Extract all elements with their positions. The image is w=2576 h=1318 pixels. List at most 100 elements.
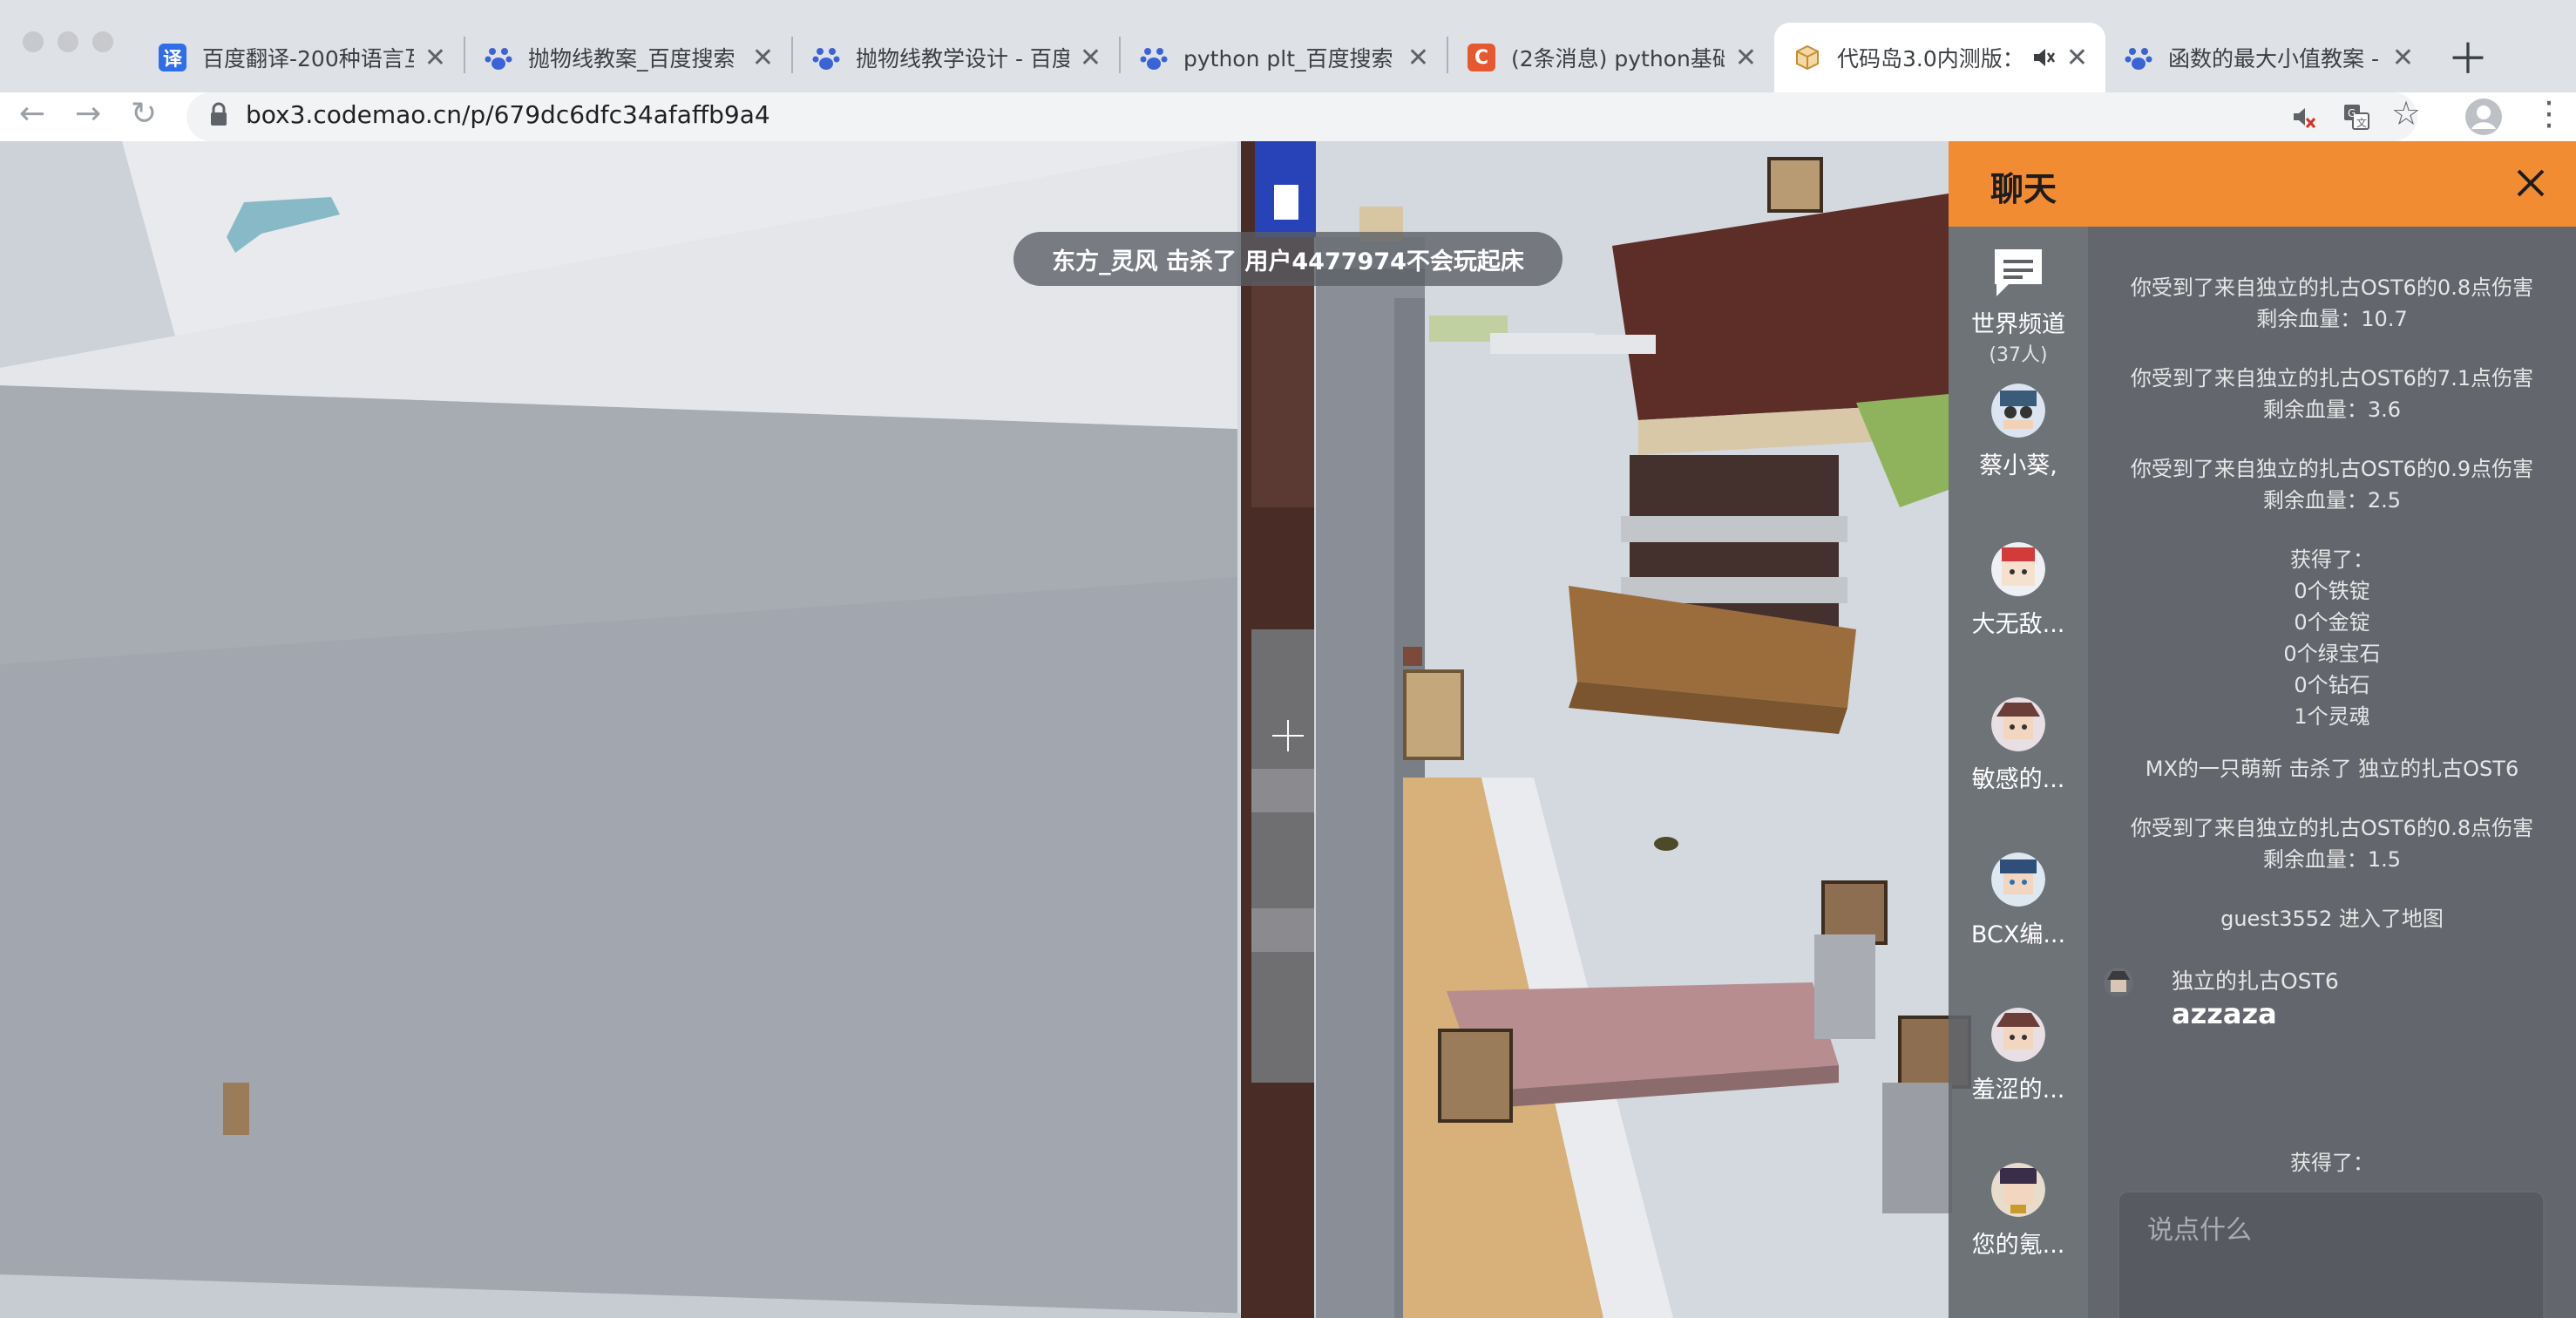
player-avatar-icon xyxy=(1991,853,2045,907)
muted-speaker-icon[interactable] xyxy=(2031,45,2056,70)
tab-close-icon[interactable]: ✕ xyxy=(2392,43,2414,73)
csdn-icon: C xyxy=(1468,44,1495,71)
sender-name: 独立的扎古OST6 xyxy=(2172,968,2339,994)
forward-arrow-icon[interactable]: → xyxy=(75,96,101,132)
message-line: 你受到了来自独立的扎古OST6的0.8点伤害 xyxy=(2130,275,2534,300)
message-line: 你受到了来自独立的扎古OST6的0.8点伤害 xyxy=(2130,816,2534,840)
translate-icon: 译 xyxy=(159,44,186,71)
message-line: 0个铁锭 xyxy=(2294,579,2370,603)
tab-close-icon[interactable]: ✕ xyxy=(1407,43,1429,73)
new-tab-button[interactable]: ＋ xyxy=(2447,24,2489,85)
tab-title: (2条消息) python基础 xyxy=(1511,46,1725,71)
join-message: guest3552 进入了地图 xyxy=(2088,903,2576,934)
message-line: 0个绿宝石 xyxy=(2283,642,2381,666)
tab-baidu-translate[interactable]: 译 百度翻译-200种语言互译 ✕ xyxy=(139,23,464,92)
loot-message: 获得了： xyxy=(2088,1147,2576,1179)
system-message: 你受到了来自独立的扎古OST6的7.1点伤害 剩余血量：3.6 xyxy=(2088,363,2576,425)
user-message-text: azzaza xyxy=(2172,997,2277,1030)
message-line: 0个钻石 xyxy=(2294,673,2370,697)
message-line: guest3552 进入了地图 xyxy=(2220,907,2444,931)
player-avatar-icon xyxy=(1991,542,2045,596)
baidu-paw-icon xyxy=(485,48,512,70)
message-line: 剩余血量：2.5 xyxy=(2262,488,2402,513)
message-line: 剩余血量：1.5 xyxy=(2262,847,2402,872)
chat-message-list[interactable]: 你受到了来自独立的扎古OST6的0.8点伤害 剩余血量：10.7 你受到了来自独… xyxy=(2088,227,2576,1233)
chat-close-icon[interactable] xyxy=(2512,164,2550,202)
tab-parabola-lesson[interactable]: 抛物线教案_百度搜索 ✕ xyxy=(465,23,791,92)
channel-world[interactable]: 世界频道 (37人) xyxy=(1949,244,2088,367)
tab-parabola-design[interactable]: 抛物线教学设计 - 百度文库 ✕ xyxy=(793,23,1119,92)
address-bar[interactable]: box3.codemao.cn/p/679dc6dfc34afaffb9a4 G… xyxy=(186,92,2421,141)
system-message: 你受到了来自独立的扎古OST6的0.9点伤害 剩余血量：2.5 xyxy=(2088,453,2576,516)
profile-avatar-icon[interactable] xyxy=(2464,98,2503,136)
tab-close-icon[interactable]: ✕ xyxy=(2066,43,2088,73)
channel-player-4[interactable]: BCX编... xyxy=(1949,853,2088,949)
channel-player-6[interactable]: 您的氪... xyxy=(1949,1163,2088,1260)
chat-channel-list: 世界频道 (37人) 蔡小葵, 大无敌... 敏感的... BCX编... 羞涩… xyxy=(1949,227,2088,1318)
tab-python-plt[interactable]: python plt_百度搜索 ✕ xyxy=(1121,23,1447,92)
browser-toolbar: ← → ↻ box3.codemao.cn/p/679dc6dfc34afaff… xyxy=(0,92,2576,141)
tab-csdn-python[interactable]: C (2条消息) python基础 ✕ xyxy=(1448,23,1774,92)
svg-text:文: 文 xyxy=(2356,116,2367,129)
tab-bar: 译 百度翻译-200种语言互译 ✕ 抛物线教案_百度搜索 ✕ 抛物线教学设计 -… xyxy=(0,0,2576,92)
tab-close-icon[interactable]: ✕ xyxy=(752,43,774,73)
channel-player-5[interactable]: 羞涩的... xyxy=(1949,1008,2088,1104)
tab-title: 抛物线教案_百度搜索 xyxy=(528,46,736,71)
loot-message: 获得了： 0个铁锭 0个金锭 0个绿宝石 0个钻石 1个灵魂 xyxy=(2088,544,2576,732)
reload-icon[interactable]: ↻ xyxy=(131,96,157,132)
baidu-paw-icon xyxy=(812,48,840,70)
channel-player-1[interactable]: 蔡小葵, xyxy=(1949,384,2088,480)
codemao-cube-icon xyxy=(1796,44,1819,71)
back-arrow-icon[interactable]: ← xyxy=(19,96,45,132)
message-line: 你受到了来自独立的扎古OST6的7.1点伤害 xyxy=(2130,366,2534,391)
player-name: BCX编... xyxy=(1970,921,2066,948)
message-line: MX的一只萌新 击杀了 独立的扎古OST6 xyxy=(2145,757,2519,781)
system-message: 你受到了来自独立的扎古OST6的0.8点伤害 剩余血量：10.7 xyxy=(2088,272,2576,335)
tab-close-icon[interactable]: ✕ xyxy=(1080,43,1102,73)
message-line: 获得了： xyxy=(2290,547,2374,572)
site-muted-icon[interactable] xyxy=(2292,105,2316,129)
tab-title: 抛物线教学设计 - 百度文库 xyxy=(856,46,1069,71)
channel-player-2[interactable]: 大无敌... xyxy=(1949,542,2088,639)
sender-avatar-icon[interactable] xyxy=(2104,968,2133,997)
message-line: 剩余血量：3.6 xyxy=(2262,397,2402,422)
tab-close-icon[interactable]: ✕ xyxy=(1735,43,1757,73)
tab-title: python plt_百度搜索 xyxy=(1183,46,1393,71)
tab-function-extrema[interactable]: 函数的最大小值教案 - 百度 ✕ xyxy=(2105,23,2431,92)
tab-close-icon[interactable]: ✕ xyxy=(424,43,446,73)
url-text: box3.codemao.cn/p/679dc6dfc34afaffb9a4 xyxy=(246,100,770,129)
channel-player-3[interactable]: 敏感的... xyxy=(1949,697,2088,794)
browser-menu-icon[interactable]: ⋮ xyxy=(2532,94,2566,132)
translate-page-icon[interactable]: G文 xyxy=(2342,103,2370,131)
message-line: 你受到了来自独立的扎古OST6的0.9点伤害 xyxy=(2130,457,2534,481)
tab-codemao-box3[interactable]: 代码岛3.0内测版： ✕ xyxy=(1774,23,2105,92)
kill-announcement: 东方_灵风 击杀了 用户4477974不会玩起床 xyxy=(1013,232,1563,286)
svg-text:G: G xyxy=(2348,107,2356,119)
kill-message: MX的一只萌新 击杀了 独立的扎古OST6 xyxy=(2088,753,2576,785)
chat-input[interactable] xyxy=(2118,1191,2545,1318)
zoom-window-button[interactable] xyxy=(92,31,113,52)
chat-input-area xyxy=(2088,1191,2576,1318)
tab-title: 函数的最大小值教案 - 百度 xyxy=(2168,46,2382,71)
game-viewport[interactable]: 东方_灵风 击杀了 用户4477974不会玩起床 聊天 世界频道 (37人) 蔡… xyxy=(0,141,2576,1318)
close-window-button[interactable] xyxy=(23,31,44,52)
player-name: 敏感的... xyxy=(1971,766,2065,793)
player-name: 大无敌... xyxy=(1971,611,2065,638)
player-name: 羞涩的... xyxy=(1971,1077,2065,1104)
baidu-paw-icon xyxy=(2125,48,2152,70)
tab-title: 百度翻译-200种语言互译 xyxy=(202,46,414,71)
chat-title: 聊天 xyxy=(1990,170,2057,208)
message-line: 1个灵魂 xyxy=(2294,704,2370,729)
minimize-window-button[interactable] xyxy=(58,31,78,52)
message-line: 0个金锭 xyxy=(2294,610,2370,635)
chat-bubble-icon xyxy=(1995,249,2042,296)
player-avatar-icon xyxy=(1991,1163,2045,1217)
channel-name: 世界频道 xyxy=(1971,311,2065,338)
system-message: 你受到了来自独立的扎古OST6的0.8点伤害 剩余血量：1.5 xyxy=(2088,812,2576,875)
lock-icon[interactable] xyxy=(209,101,228,127)
player-avatar-icon xyxy=(1991,1008,2045,1062)
player-name: 蔡小葵, xyxy=(1979,452,2057,479)
player-name: 您的氪... xyxy=(1971,1232,2065,1259)
bookmark-star-icon[interactable]: ☆ xyxy=(2391,94,2421,132)
message-line: 剩余血量：10.7 xyxy=(2256,307,2408,331)
